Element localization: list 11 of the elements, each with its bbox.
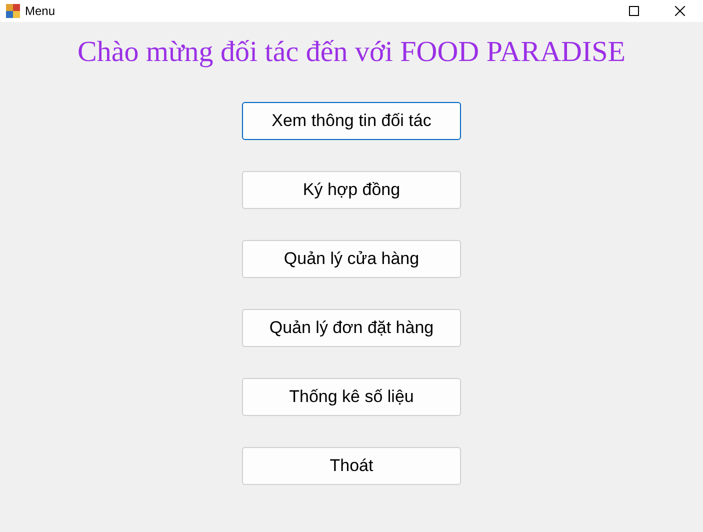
- app-icon: [6, 4, 20, 18]
- menu-button[interactable]: Thống kê số liệu: [242, 378, 461, 416]
- close-icon: [675, 6, 685, 16]
- menu-button[interactable]: Ký hợp đồng: [242, 171, 461, 209]
- menu-button[interactable]: Quản lý cửa hàng: [242, 240, 461, 278]
- window-title: Menu: [25, 4, 56, 18]
- menu-button[interactable]: Thoát: [242, 447, 461, 485]
- welcome-heading: Chào mừng đối tác đến với FOOD PARADISE: [78, 36, 626, 69]
- maximize-icon: [629, 6, 639, 16]
- menu-button[interactable]: Quản lý đơn đặt hàng: [242, 309, 461, 347]
- menu-button[interactable]: Xem thông tin đối tác: [242, 102, 461, 140]
